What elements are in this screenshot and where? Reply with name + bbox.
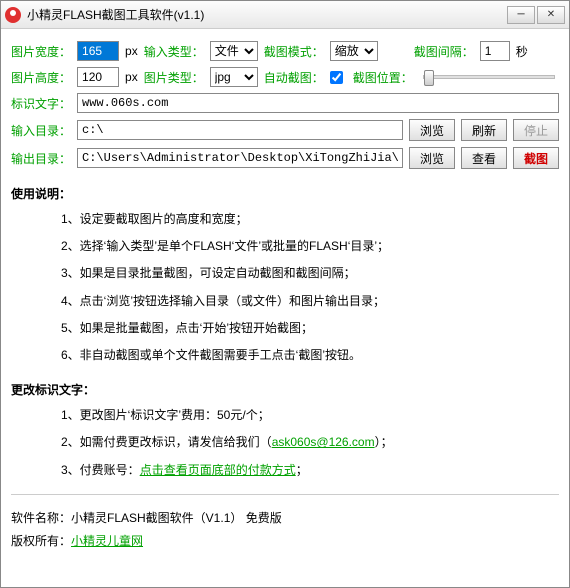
- capture-button[interactable]: 截图: [513, 147, 559, 169]
- label-img-height: 图片高度：: [11, 69, 71, 86]
- divider: [11, 494, 559, 495]
- select-capture-mode[interactable]: 缩放: [330, 41, 378, 61]
- label-px1: px: [125, 44, 138, 58]
- change-2a: 2、如需付费更改标识，请发信给我们（: [61, 435, 272, 449]
- minimize-button[interactable]: ─: [507, 6, 535, 24]
- label-capture-interval: 截图间隔：: [414, 43, 474, 60]
- input-img-height[interactable]: [77, 67, 119, 87]
- slider-capture-pos[interactable]: [423, 75, 555, 79]
- app-icon: [5, 7, 21, 23]
- view-button[interactable]: 查看: [461, 147, 507, 169]
- change-title: 更改标识文字：: [11, 381, 559, 398]
- main-window: 小精灵FLASH截图工具软件(v1.1) ─ ✕ 图片宽度： px 输入类型： …: [0, 0, 570, 588]
- copyright: 版权所有：小精灵儿童网: [11, 532, 559, 549]
- change-2: 2、如需付费更改标识，请发信给我们（ask060s@126.com）；: [61, 433, 559, 452]
- window-controls: ─ ✕: [507, 6, 565, 24]
- usage-6: 6、非自动截图或单个文件截图需要手工点击‘截图’按钮。: [61, 346, 559, 365]
- select-input-type[interactable]: 文件: [210, 41, 258, 61]
- change-1: 1、更改图片‘标识文字’费用：50元/个；: [61, 406, 559, 425]
- copyright-link[interactable]: 小精灵儿童网: [71, 534, 143, 548]
- payment-link[interactable]: 点击查看页面底部的付款方式: [140, 463, 296, 477]
- input-input-dir[interactable]: [77, 120, 403, 140]
- label-auto-capture: 自动截图：: [264, 69, 324, 86]
- software-name: 软件名称：小精灵FLASH截图软件（V1.1） 免费版: [11, 509, 559, 526]
- input-interval[interactable]: [480, 41, 510, 61]
- label-output-dir: 输出目录：: [11, 150, 71, 167]
- usage-5: 5、如果是批量截图，点击‘开始’按钮开始截图；: [61, 319, 559, 338]
- checkbox-auto-capture[interactable]: [330, 71, 343, 84]
- refresh-button[interactable]: 刷新: [461, 119, 507, 141]
- usage-3: 3、如果是目录批量截图，可设定自动截图和截图间隔；: [61, 264, 559, 283]
- footer: 软件名称：小精灵FLASH截图软件（V1.1） 免费版 版权所有：小精灵儿童网: [11, 509, 559, 549]
- input-img-width[interactable]: [77, 41, 119, 61]
- browse-input-button[interactable]: 浏览: [409, 119, 455, 141]
- input-mark-text[interactable]: [77, 93, 559, 113]
- label-px2: px: [125, 70, 138, 84]
- change-3a: 3、付费账号：: [61, 463, 140, 477]
- change-2b: ）；: [375, 435, 393, 449]
- label-capture-mode: 截图模式：: [264, 43, 324, 60]
- label-input-dir: 输入目录：: [11, 122, 71, 139]
- copyright-label: 版权所有：: [11, 534, 71, 548]
- select-img-type[interactable]: jpg: [210, 67, 258, 87]
- label-mark-text: 标识文字：: [11, 95, 71, 112]
- window-title: 小精灵FLASH截图工具软件(v1.1): [27, 6, 507, 23]
- browse-output-button[interactable]: 浏览: [409, 147, 455, 169]
- stop-button[interactable]: 停止: [513, 119, 559, 141]
- usage-title: 使用说明：: [11, 185, 559, 202]
- slider-thumb[interactable]: [424, 70, 434, 86]
- label-capture-pos: 截图位置：: [353, 69, 413, 86]
- email-link[interactable]: ask060s@126.com: [272, 435, 375, 449]
- label-second: 秒: [516, 43, 528, 60]
- usage-2: 2、选择‘输入类型’是单个FLASH‘文件’或批量的FLASH‘目录’；: [61, 237, 559, 256]
- input-output-dir[interactable]: [77, 148, 403, 168]
- content-area: 图片宽度： px 输入类型： 文件 截图模式： 缩放 截图间隔： 秒 图片高度：…: [1, 29, 569, 561]
- usage-4: 4、点击‘浏览’按钮选择输入目录（或文件）和图片输出目录；: [61, 292, 559, 311]
- close-button[interactable]: ✕: [537, 6, 565, 24]
- change-3: 3、付费账号：点击查看页面底部的付款方式；: [61, 461, 559, 480]
- change-3b: ；: [296, 463, 308, 477]
- label-input-type: 输入类型：: [144, 43, 204, 60]
- titlebar: 小精灵FLASH截图工具软件(v1.1) ─ ✕: [1, 1, 569, 29]
- usage-1: 1、设定要截取图片的高度和宽度；: [61, 210, 559, 229]
- label-img-type: 图片类型：: [144, 69, 204, 86]
- label-img-width: 图片宽度：: [11, 43, 71, 60]
